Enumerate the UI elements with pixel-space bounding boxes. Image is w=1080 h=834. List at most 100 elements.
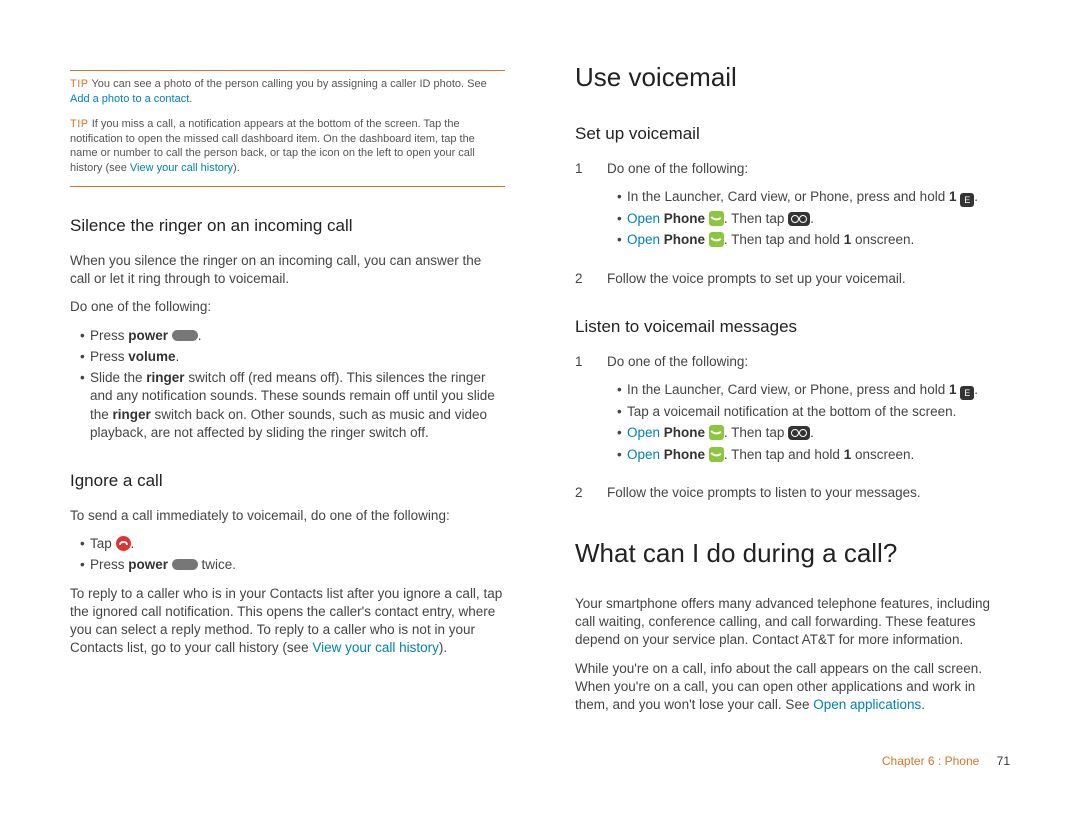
step-number: 1 xyxy=(575,160,589,260)
heading-listen: Listen to voicemail messages xyxy=(575,316,1010,339)
list-item: Press power twice. xyxy=(80,556,505,574)
list-item: Open Phone . Then tap and hold 1 onscree… xyxy=(617,446,1010,464)
step-content: Follow the voice prompts to set up your … xyxy=(607,270,1010,288)
link-open[interactable]: Open xyxy=(627,425,660,440)
tip-1-end: . xyxy=(189,93,192,105)
bold-phone: Phone xyxy=(664,425,705,440)
text: . xyxy=(921,697,925,712)
list-item: Open Phone . Then tap . xyxy=(617,210,1010,228)
text: twice. xyxy=(198,557,236,572)
bold-volume: volume xyxy=(128,349,175,364)
para-during-2: While you're on a call, info about the c… xyxy=(575,660,1010,715)
tip-label: TIP xyxy=(70,118,89,130)
phone-icon xyxy=(709,447,724,462)
bold-ringer: ringer xyxy=(113,407,151,422)
footer-chapter: Chapter 6 : Phone xyxy=(882,754,979,768)
text: . xyxy=(131,536,135,551)
tip-label: TIP xyxy=(70,78,89,90)
text: onscreen. xyxy=(851,232,914,247)
list-listen: In the Launcher, Card view, or Phone, pr… xyxy=(607,381,1010,464)
heading-use-voicemail: Use voicemail xyxy=(575,60,1010,95)
text: In the Launcher, Card view, or Phone, pr… xyxy=(627,189,949,204)
step-2: 2 Follow the voice prompts to set up you… xyxy=(575,270,1010,288)
step-1: 1 Do one of the following: In the Launch… xyxy=(575,160,1010,260)
tip-1: TIP You can see a photo of the person ca… xyxy=(70,77,505,107)
text: Slide the xyxy=(90,370,146,385)
step-content: Do one of the following: In the Launcher… xyxy=(607,353,1010,474)
link-open[interactable]: Open xyxy=(627,232,660,247)
text: Press xyxy=(90,349,128,364)
key-icon: E xyxy=(960,193,974,207)
step-content: Follow the voice prompts to listen to yo… xyxy=(607,484,1010,502)
list-item: Press power . xyxy=(80,327,505,345)
list-item: Open Phone . Then tap and hold 1 onscree… xyxy=(617,231,1010,249)
power-button-icon xyxy=(172,559,198,570)
list-item: Tap . xyxy=(80,535,505,553)
list-item: Open Phone . Then tap . xyxy=(617,424,1010,442)
bold-phone: Phone xyxy=(664,447,705,462)
power-button-icon xyxy=(172,330,198,341)
list-item: In the Launcher, Card view, or Phone, pr… xyxy=(617,188,1010,207)
page: TIP You can see a photo of the person ca… xyxy=(0,0,1080,754)
para-during-1: Your smartphone offers many advanced tel… xyxy=(575,595,1010,650)
text: Tap xyxy=(90,536,116,551)
bold-phone: Phone xyxy=(664,232,705,247)
text: . Then tap and hold xyxy=(724,447,844,462)
phone-icon xyxy=(709,425,724,440)
text: . xyxy=(198,328,202,343)
para-silence: When you silence the ringer on an incomi… xyxy=(70,252,505,288)
text: Press xyxy=(90,557,128,572)
para-doone: Do one of the following: xyxy=(70,298,505,316)
tip-separator-top xyxy=(70,70,505,71)
text: Do one of the following: xyxy=(607,354,748,369)
voicemail-icon xyxy=(788,212,810,226)
page-footer: Chapter 6 : Phone 71 xyxy=(0,754,1080,782)
tip-2-end: ). xyxy=(233,162,240,174)
step-1: 1 Do one of the following: In the Launch… xyxy=(575,353,1010,474)
link-open-apps[interactable]: Open applications xyxy=(813,697,921,712)
text: In the Launcher, Card view, or Phone, pr… xyxy=(627,382,949,397)
text: . Then tap xyxy=(724,425,788,440)
link-view-history-2[interactable]: View your call history xyxy=(312,640,439,655)
tip-2: TIP If you miss a call, a notification a… xyxy=(70,117,505,176)
right-column: Use voicemail Set up voicemail 1 Do one … xyxy=(575,60,1010,724)
voicemail-icon xyxy=(788,426,810,440)
list-item: Press volume. xyxy=(80,348,505,366)
list-setup: In the Launcher, Card view, or Phone, pr… xyxy=(607,188,1010,249)
text: onscreen. xyxy=(851,447,914,462)
hangup-icon xyxy=(116,536,131,551)
heading-silence: Silence the ringer on an incoming call xyxy=(70,215,505,238)
text: . xyxy=(176,349,180,364)
heading-during-call: What can I do during a call? xyxy=(575,536,1010,571)
phone-icon xyxy=(709,211,724,226)
link-open[interactable]: Open xyxy=(627,211,660,226)
key-icon: E xyxy=(960,386,974,400)
link-open[interactable]: Open xyxy=(627,447,660,462)
step-content: Do one of the following: In the Launcher… xyxy=(607,160,1010,260)
list-item: Tap a voicemail notification at the bott… xyxy=(617,403,1010,421)
heading-setup: Set up voicemail xyxy=(575,123,1010,146)
link-add-photo[interactable]: Add a photo to a contact xyxy=(70,93,189,105)
heading-ignore: Ignore a call xyxy=(70,470,505,493)
text: Do one of the following: xyxy=(607,161,748,176)
footer-page-number: 71 xyxy=(997,754,1010,768)
left-column: TIP You can see a photo of the person ca… xyxy=(70,60,505,724)
text: . xyxy=(810,211,814,226)
text: ). xyxy=(439,640,447,655)
step-2: 2 Follow the voice prompts to listen to … xyxy=(575,484,1010,502)
text: . xyxy=(810,425,814,440)
phone-icon xyxy=(709,232,724,247)
step-number: 2 xyxy=(575,270,589,288)
list-item: In the Launcher, Card view, or Phone, pr… xyxy=(617,381,1010,400)
list-silence: Press power . Press volume. Slide the ri… xyxy=(70,327,505,442)
text: Press xyxy=(90,328,128,343)
list-ignore: Tap . Press power twice. xyxy=(70,535,505,574)
bold-power: power xyxy=(128,557,168,572)
text: . Then tap xyxy=(724,211,788,226)
text: . Then tap and hold xyxy=(724,232,844,247)
bold-ringer: ringer xyxy=(146,370,184,385)
list-item: Slide the ringer switch off (red means o… xyxy=(80,369,505,442)
link-view-history-1[interactable]: View your call history xyxy=(130,162,233,174)
para-reply: To reply to a caller who is in your Cont… xyxy=(70,585,505,658)
text: . xyxy=(974,189,978,204)
